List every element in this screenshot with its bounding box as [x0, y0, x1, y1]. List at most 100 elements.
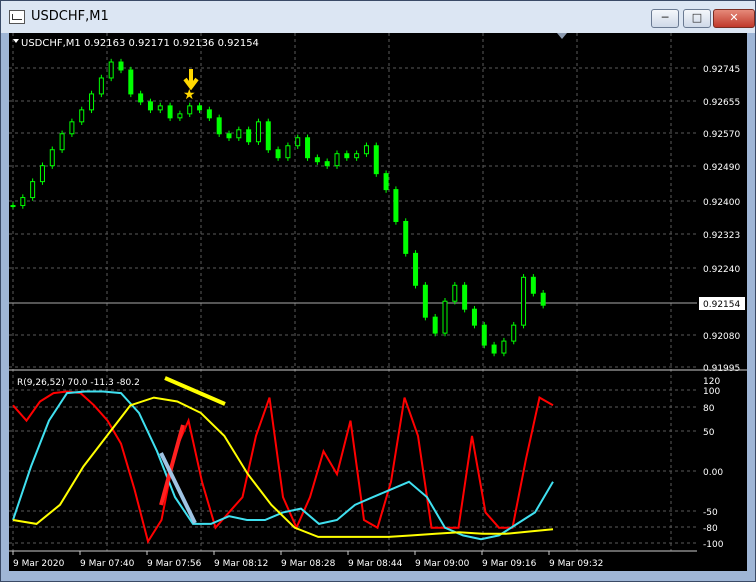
star-marker-icon[interactable]: ★: [183, 87, 196, 103]
candle-body: [442, 300, 448, 334]
chart-canvas[interactable]: USDCHF,M1 0.92163 0.92171 0.92136 0.9215…: [9, 33, 747, 571]
candle: [295, 134, 301, 149]
chart-shift-marker-icon[interactable]: [557, 33, 567, 39]
candle-body: [462, 284, 468, 310]
candle-body: [49, 149, 55, 167]
candle: [89, 90, 95, 114]
indicator-level-label: -80: [703, 524, 718, 534]
candle-body: [20, 197, 26, 207]
panel-dropdown-icon[interactable]: [13, 39, 19, 43]
candle: [481, 321, 487, 349]
indicator-level-label: 0.00: [703, 468, 723, 478]
candle: [118, 58, 124, 74]
candle: [216, 114, 222, 137]
candle-body: [491, 344, 497, 354]
chart-area[interactable]: USDCHF,M1 0.92163 0.92171 0.92136 0.9215…: [9, 33, 747, 571]
candle: [79, 106, 85, 126]
candle: [265, 118, 271, 153]
candle-body: [501, 340, 507, 354]
time-axis-label: 9 Mar 09:00: [415, 559, 470, 569]
candle: [98, 74, 104, 98]
candle-body: [147, 101, 153, 111]
time-axis-label: 9 Mar 09:32: [549, 559, 603, 569]
candle-body: [285, 145, 291, 159]
candle-body: [540, 292, 546, 306]
time-axis-label: 9 Mar 09:16: [482, 559, 537, 569]
candle-body: [471, 308, 477, 326]
price-tick-label: 0.92490: [703, 163, 740, 173]
candle: [452, 282, 458, 305]
candle: [255, 118, 261, 145]
indicator-line-yellow: [12, 396, 554, 538]
candle: [138, 90, 144, 106]
price-tick-label: 0.92400: [703, 198, 740, 208]
time-axis-label: 9 Mar 08:44: [348, 559, 403, 569]
time-axis-label: 9 Mar 07:56: [147, 559, 202, 569]
candle-body: [530, 276, 536, 294]
candle: [187, 102, 193, 118]
candle: [39, 162, 45, 185]
candle-body: [305, 137, 311, 159]
candle-body: [354, 153, 360, 159]
candle: [334, 150, 340, 169]
time-axis-label: 9 Mar 07:40: [80, 559, 135, 569]
candle: [108, 58, 114, 82]
candle: [393, 186, 399, 225]
candle: [59, 130, 65, 153]
candle: [373, 142, 379, 177]
candle-body: [265, 121, 271, 151]
candle-body: [10, 205, 16, 208]
candle-body: [177, 113, 183, 119]
candle: [10, 202, 16, 209]
chart-window-icon: [9, 10, 25, 24]
indicator-header: R(9,26,52) 70.0 -11.3 -80.2: [17, 378, 140, 388]
candle-body: [187, 105, 193, 115]
candle-body: [167, 105, 173, 119]
candle-body: [206, 109, 212, 119]
candle: [314, 154, 320, 165]
candle: [422, 282, 428, 321]
price-tick-label: 0.91995: [703, 364, 740, 374]
candle-body: [344, 153, 350, 159]
candle-body: [324, 161, 330, 167]
candle-body: [30, 181, 36, 199]
candle: [471, 306, 477, 329]
candle: [530, 274, 536, 297]
candle-body: [246, 129, 252, 143]
maximize-button[interactable]: □: [683, 9, 711, 28]
candle: [285, 142, 291, 161]
title-bar[interactable]: USDCHF,M1 ─ □ ✕: [1, 1, 755, 33]
candle: [383, 170, 389, 193]
candle-body: [383, 173, 389, 191]
candle-body: [314, 157, 320, 163]
indicator-level-label: -50: [703, 508, 718, 518]
current-price-label: 0.92154: [703, 300, 740, 310]
candle-body: [422, 284, 428, 318]
time-axis-label: 9 Mar 08:28: [281, 559, 336, 569]
candle-body: [413, 252, 419, 286]
candle: [511, 321, 517, 345]
candle: [177, 110, 183, 122]
time-axis-label: 9 Mar 2020: [13, 559, 65, 569]
candle: [403, 218, 409, 257]
candle: [462, 282, 468, 313]
price-panel-header: USDCHF,M1 0.92163 0.92171 0.92136 0.9215…: [21, 38, 259, 49]
candle-body: [295, 137, 301, 147]
candle-body: [334, 153, 340, 167]
candle: [413, 250, 419, 289]
candle: [167, 102, 173, 122]
candle-body: [393, 189, 399, 222]
indicator-level-label: 50: [703, 428, 715, 438]
down-arrow-annotation[interactable]: [183, 69, 199, 91]
candle: [246, 126, 252, 145]
close-button[interactable]: ✕: [713, 9, 755, 28]
candle: [226, 130, 232, 141]
candle-body: [197, 105, 203, 111]
candle: [491, 341, 497, 357]
minimize-button[interactable]: ─: [651, 9, 679, 28]
candle-body: [481, 324, 487, 346]
time-axis-label: 9 Mar 08:12: [214, 559, 268, 569]
candle-body: [275, 149, 281, 159]
candle: [344, 150, 350, 161]
candle-body: [79, 109, 85, 123]
